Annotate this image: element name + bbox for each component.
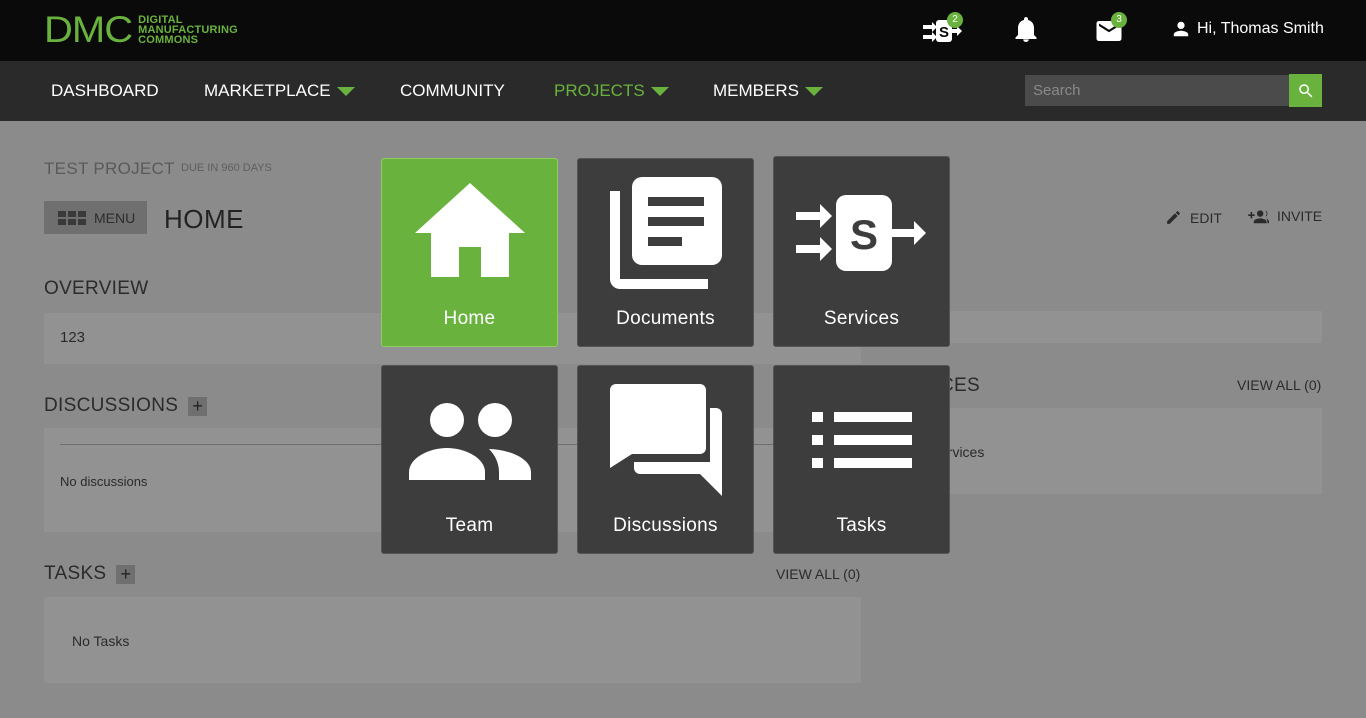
project-due: DUE IN 960 DAYS [181,162,272,174]
nav-dashboard[interactable]: DASHBOARD [51,81,159,101]
main-nav: DASHBOARD MARKETPLACE COMMUNITY PROJECTS… [0,61,1366,121]
edit-button[interactable]: EDIT [1165,209,1222,226]
logo-text: DIGITAL MANUFACTURING COMMONS [138,14,238,46]
menu-tile-services[interactable]: S Services [773,156,950,347]
nav-projects[interactable]: PROJECTS [554,81,669,101]
user-greeting: Hi, Thomas Smith [1197,20,1324,37]
page-title: HOME [164,204,244,234]
search-input[interactable] [1025,75,1289,106]
discussions-empty: No discussions [60,474,148,489]
documents-icon [609,177,722,289]
nav-community[interactable]: COMMUNITY [400,81,505,101]
messages-button[interactable]: 3 [1096,12,1130,48]
messages-badge: 3 [1111,12,1127,28]
discussions-icon [609,384,722,496]
right-panel [940,311,1322,343]
invite-button[interactable]: INVITE [1245,207,1322,225]
add-discussion-button[interactable]: + [188,396,208,416]
grid-icon [58,210,86,225]
overview-heading: OVERVIEW [44,278,149,299]
services-notification-button[interactable]: S 2 [922,12,963,48]
bell-icon [1015,17,1037,42]
menu-tile-team[interactable]: Team [381,365,558,554]
svg-text:S: S [849,211,877,258]
home-icon [414,183,525,277]
add-people-icon [1248,210,1269,224]
tasks-panel [44,597,861,683]
menu-tile-tasks[interactable]: Tasks [773,365,950,554]
overview-text: 123 [60,329,86,346]
search-button[interactable] [1289,74,1322,107]
svg-text:S: S [939,24,949,41]
add-task-button[interactable]: + [116,564,136,584]
tasks-heading: TASKS + [44,563,136,585]
services-icon: S [795,195,926,271]
logo-mark: DMC [44,9,133,51]
menu-button[interactable]: MENU [44,201,147,234]
nav-members[interactable]: MEMBERS [713,81,823,101]
nav-marketplace[interactable]: MARKETPLACE [204,81,355,101]
notifications-button[interactable] [1014,14,1048,48]
project-name: TEST PROJECT [44,159,175,178]
chevron-down-icon [804,86,823,96]
services-panel [940,408,1322,494]
discussions-heading: DISCUSSIONS + [44,395,208,417]
services-badge: 2 [947,12,963,28]
tasks-empty: No Tasks [72,633,130,649]
tasks-icon [811,412,912,468]
user-menu[interactable]: Hi, Thomas Smith [1172,20,1324,38]
menu-tile-home[interactable]: Home [381,158,558,347]
chevron-down-icon [336,86,355,96]
menu-tile-discussions[interactable]: Discussions [577,365,754,554]
menu-tile-documents[interactable]: Documents [577,158,754,347]
chevron-down-icon [650,86,669,96]
dmc-logo[interactable]: DMC DIGITAL MANUFACTURING COMMONS [44,10,238,50]
search-icon [1298,83,1312,97]
services-view-all-link[interactable]: VIEW ALL (0) [1237,377,1321,393]
pencil-icon [1167,211,1180,224]
top-bar: DMC DIGITAL MANUFACTURING COMMONS S 2 3 [0,0,1366,61]
person-icon [1173,21,1189,37]
tasks-view-all-link[interactable]: VIEW ALL (0) [776,566,860,582]
team-icon [408,403,531,480]
